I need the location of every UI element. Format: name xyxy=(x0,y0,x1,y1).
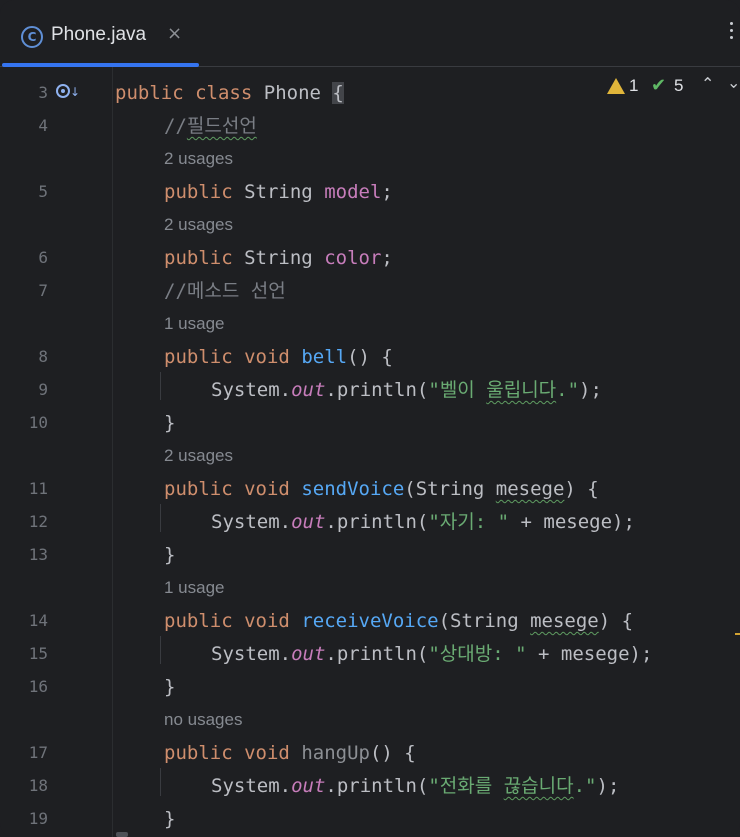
line-code: System.out.println("전화를 끊습니다."); xyxy=(211,775,620,797)
tab-title: Phone.java xyxy=(51,24,147,45)
line-number: 19 xyxy=(28,809,48,828)
usages-hint[interactable]: 2 usages xyxy=(164,442,233,470)
line-number: 5 xyxy=(38,182,48,201)
line-code: //필드선언 xyxy=(164,115,257,137)
line-code: public String model; xyxy=(164,181,393,203)
line-number: 6 xyxy=(38,248,48,267)
line-number: 13 xyxy=(28,545,48,564)
code-editor[interactable]: ! 1 ✔ 5 ⌃ ⌃ ↓ 3 public class Phone { 4 /… xyxy=(0,67,740,837)
line-code: public void receiveVoice(String mesege) … xyxy=(164,610,634,632)
line-number: 9 xyxy=(38,380,48,399)
line-code: } xyxy=(164,412,176,434)
line-number: 15 xyxy=(28,644,48,663)
line-number: 16 xyxy=(28,677,48,696)
code-line: 13 } xyxy=(0,541,740,569)
code-line: 12 System.out.println("자기: " + mesege); xyxy=(0,508,740,536)
line-code: } xyxy=(164,544,176,566)
line-number: 17 xyxy=(28,743,48,762)
code-line: 10 } xyxy=(0,409,740,437)
code-line: 3 public class Phone { xyxy=(0,79,740,107)
code-line: 18 System.out.println("전화를 끊습니다."); xyxy=(0,772,740,800)
code-line: 7 //메소드 선언 xyxy=(0,277,740,305)
code-line: 11 public void sendVoice(String mesege) … xyxy=(0,475,740,503)
line-code: public void bell() { xyxy=(164,346,393,368)
line-code: System.out.println("자기: " + mesege); xyxy=(211,511,635,533)
code-line: 17 public void hangUp() { xyxy=(0,739,740,767)
usages-hint[interactable]: 2 usages xyxy=(164,145,233,173)
line-code: public void sendVoice(String mesege) { xyxy=(164,478,599,500)
line-code: //메소드 선언 xyxy=(164,280,286,302)
tab-bar: C Phone.java × xyxy=(0,0,740,67)
line-code: public String color; xyxy=(164,247,393,269)
line-code: public void hangUp() { xyxy=(164,742,416,764)
code-line: 9 System.out.println("벨이 울립니다."); xyxy=(0,376,740,404)
code-line: 6 public String color; xyxy=(0,244,740,272)
code-line: 4 //필드선언 xyxy=(0,112,740,140)
code-line: 15 System.out.println("상대방: " + mesege); xyxy=(0,640,740,668)
line-number: 12 xyxy=(28,512,48,531)
usages-hint[interactable]: 2 usages xyxy=(164,211,233,239)
horizontal-scrollbar[interactable] xyxy=(116,832,128,837)
java-class-icon: C xyxy=(21,26,43,48)
code-line: 8 public void bell() { xyxy=(0,343,740,371)
usages-hint[interactable]: no usages xyxy=(164,706,242,734)
line-number: 14 xyxy=(28,611,48,630)
editor-window: C Phone.java × ! 1 ✔ 5 ⌃ ⌃ ↓ 3 public cl… xyxy=(0,0,740,837)
warning-stripe-marker[interactable] xyxy=(735,633,740,635)
line-number: 3 xyxy=(38,83,48,102)
line-code: System.out.println("벨이 울립니다."); xyxy=(211,379,602,401)
code-line: 19 } xyxy=(0,805,740,833)
code-line: 14 public void receiveVoice(String meseg… xyxy=(0,607,740,635)
line-number: 11 xyxy=(28,479,48,498)
line-code: public class Phone { xyxy=(115,82,344,104)
usages-hint[interactable]: 1 usage xyxy=(164,574,225,602)
line-number: 7 xyxy=(38,281,48,300)
line-number: 4 xyxy=(38,116,48,135)
usages-hint[interactable]: 1 usage xyxy=(164,310,225,338)
code-line: 5 public String model; xyxy=(0,178,740,206)
code-line: 16 } xyxy=(0,673,740,701)
line-code: } xyxy=(164,676,176,698)
line-number: 8 xyxy=(38,347,48,366)
line-code: System.out.println("상대방: " + mesege); xyxy=(211,643,653,665)
line-number: 10 xyxy=(28,413,48,432)
more-options-icon[interactable] xyxy=(730,22,734,43)
tab-phone-java[interactable]: C Phone.java × xyxy=(0,6,200,67)
line-number: 18 xyxy=(28,776,48,795)
close-icon[interactable]: × xyxy=(167,23,182,44)
line-code: } xyxy=(164,808,176,830)
